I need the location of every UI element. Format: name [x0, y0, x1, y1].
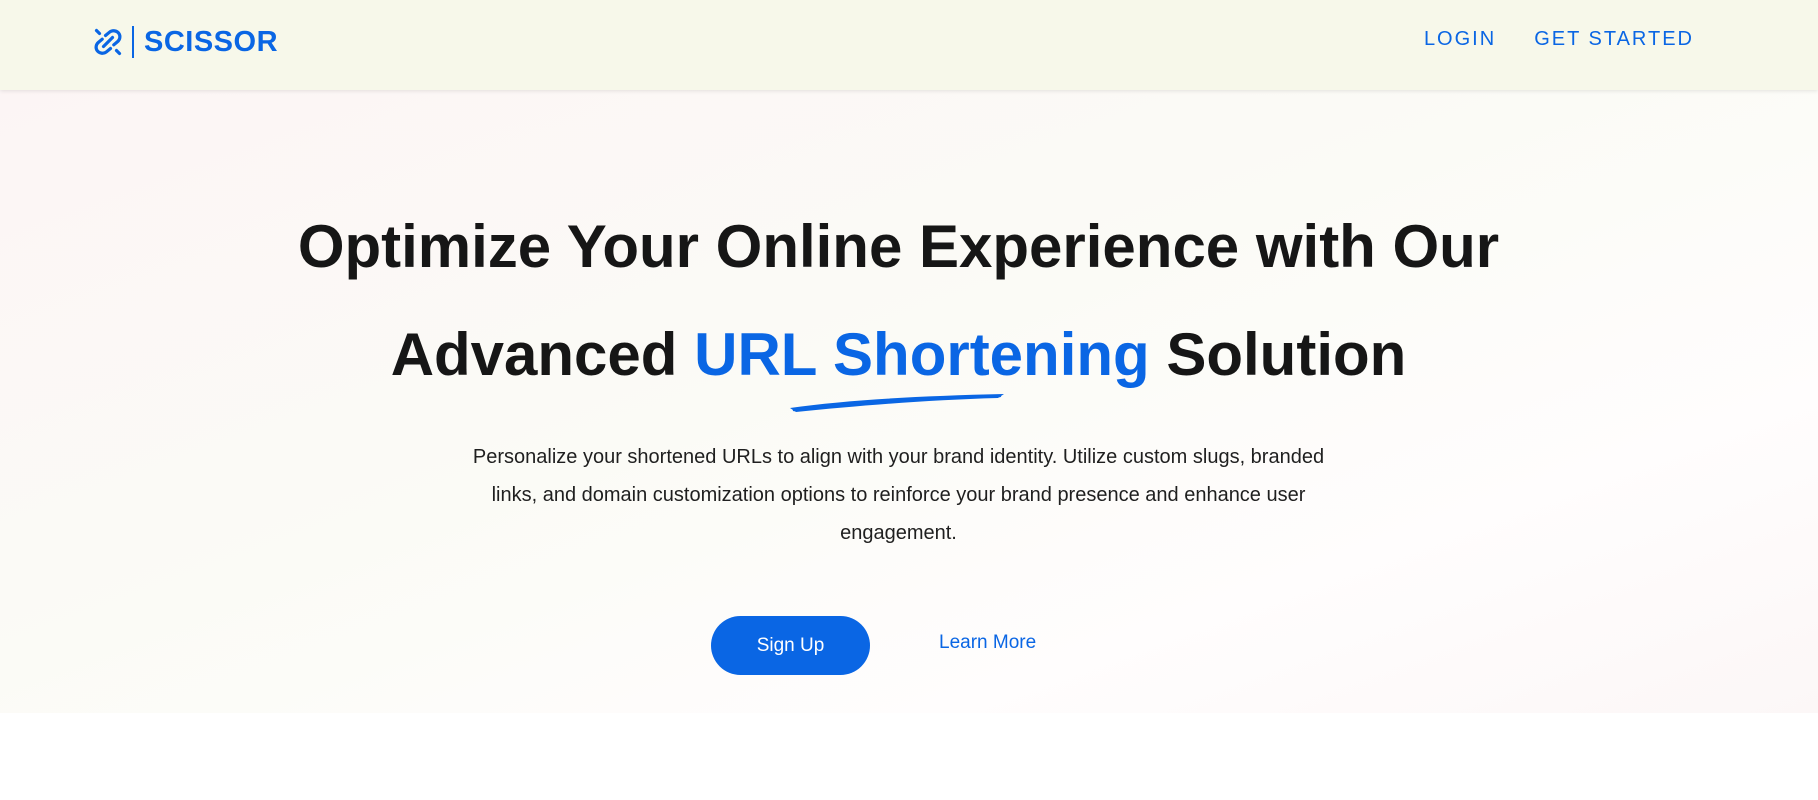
headline-accent: URL Shortening: [694, 321, 1150, 388]
get-started-link[interactable]: GET STARTED: [1534, 28, 1694, 51]
hero-section: Optimize Your Online Experience with Our…: [0, 90, 1818, 713]
nav-links: LOGIN GET STARTED: [1424, 28, 1694, 51]
headline-text-after: Solution: [1166, 321, 1407, 388]
top-navbar: SCISSOR LOGIN GET STARTED: [0, 0, 1818, 90]
brand-logo[interactable]: SCISSOR: [92, 24, 278, 60]
headline-text-before: Advanced: [390, 321, 678, 388]
sign-up-button[interactable]: Sign Up: [711, 616, 870, 675]
brush-underline: [790, 394, 1004, 412]
headline-line-1: Optimize Your Online Experience with Our: [297, 213, 1500, 280]
headline-line-2: Advanced URL Shortening Solution: [0, 320, 1797, 389]
cta-row: Sign Up Learn More: [0, 616, 1818, 676]
learn-more-link[interactable]: Learn More: [939, 632, 1036, 654]
login-link[interactable]: LOGIN: [1424, 28, 1496, 51]
link-icon: [92, 26, 124, 58]
hero-description: Personalize your shortened URLs to align…: [472, 446, 1325, 544]
brand-name: SCISSOR: [144, 25, 279, 58]
logo-divider: [132, 26, 134, 58]
